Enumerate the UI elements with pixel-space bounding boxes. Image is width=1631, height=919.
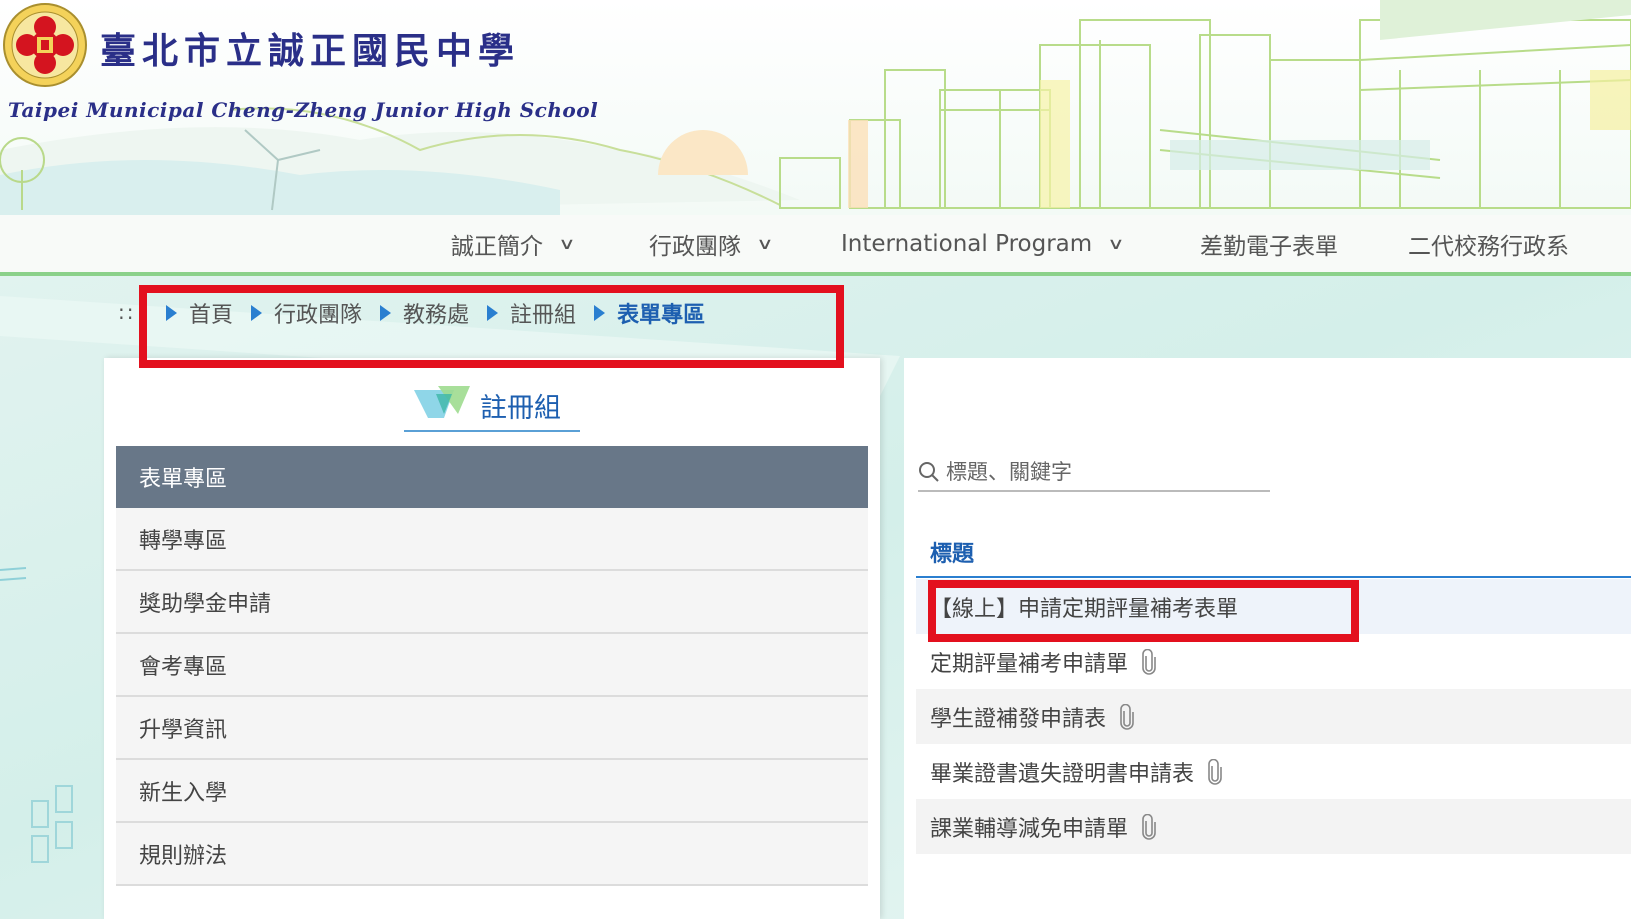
- paperclip-icon: [1208, 758, 1222, 785]
- sidebar-item-regulations[interactable]: 規則辦法: [116, 823, 868, 886]
- search-icon[interactable]: [918, 461, 940, 483]
- chevron-down-icon: ∨: [1107, 234, 1125, 253]
- school-seal-icon[interactable]: [2, 2, 88, 88]
- school-name: 臺北市立誠正國民中學: [100, 30, 521, 72]
- school-name-english: Taipei Municipal Cheng-Zheng Junior High…: [8, 98, 599, 122]
- sidebar-item-admission-info[interactable]: 升學資訊: [116, 697, 868, 760]
- column-header-title[interactable]: 標題: [930, 536, 974, 568]
- row-title-link[interactable]: 學生證補發申請表: [930, 701, 1106, 733]
- chevron-down-icon: ∨: [558, 234, 576, 253]
- table-row[interactable]: 學生證補發申請表: [916, 689, 1631, 744]
- sidebar-heading: 註冊組: [404, 384, 580, 432]
- annotation-highlight-online-form: [928, 580, 1359, 642]
- table-row[interactable]: 定期評量補考申請單: [916, 634, 1631, 689]
- search-box: [918, 454, 1270, 492]
- breadcrumb-separator: ::: [118, 300, 136, 324]
- chevron-down-icon: ∨: [756, 234, 774, 253]
- sidebar-item-exam[interactable]: 會考專區: [116, 634, 868, 697]
- row-title-link[interactable]: 課業輔導減免申請單: [930, 811, 1128, 843]
- sidebar-menu: 表單專區 轉學專區 獎助學金申請 會考專區 升學資訊 新生入學 規則辦法: [116, 446, 868, 886]
- row-title-link[interactable]: 畢業證書遺失證明書申請表: [930, 756, 1194, 788]
- nav-item-label: International Program: [841, 230, 1093, 257]
- table-row[interactable]: 畢業證書遺失證明書申請表: [916, 744, 1631, 799]
- sidebar-title: 註冊組: [480, 393, 561, 424]
- nav-item-label: 誠正簡介: [451, 233, 543, 260]
- paperclip-icon: [1142, 648, 1156, 675]
- paperclip-icon: [1142, 813, 1156, 840]
- paperclip-icon: [1120, 703, 1134, 730]
- nav-item-about[interactable]: 誠正簡介 ∨: [451, 215, 576, 272]
- nav-item-label: 二代校務行政系: [1408, 233, 1569, 260]
- nav-item-school-admin-system[interactable]: 二代校務行政系: [1408, 215, 1569, 272]
- table-row[interactable]: 課業輔導減免申請單: [916, 799, 1631, 854]
- annotation-highlight-breadcrumb: [139, 285, 844, 368]
- sidebar-item-new-students[interactable]: 新生入學: [116, 760, 868, 823]
- table-header: 標題: [916, 530, 1631, 578]
- search-input[interactable]: [946, 460, 1256, 484]
- nav-item-international-program[interactable]: International Program ∨: [841, 215, 1125, 272]
- sidebar-panel: 註冊組 表單專區 轉學專區 獎助學金申請 會考專區 升學資訊 新生入學 規則辦法: [104, 358, 880, 919]
- nav-item-label: 行政團隊: [649, 233, 741, 260]
- main-navigation: 誠正簡介 ∨ 行政團隊 ∨ International Program ∨ 差勤…: [0, 215, 1631, 276]
- sidebar-item-scholarship[interactable]: 獎助學金申請: [116, 571, 868, 634]
- row-title-link[interactable]: 定期評量補考申請單: [930, 646, 1128, 678]
- nav-item-admin-team[interactable]: 行政團隊 ∨: [649, 215, 774, 272]
- sidebar-item-forms[interactable]: 表單專區: [116, 446, 868, 508]
- nav-item-attendance-forms[interactable]: 差勤電子表單: [1200, 215, 1338, 272]
- site-header: 臺北市立誠正國民中學 Taipei Municipal Cheng-Zheng …: [0, 0, 1631, 215]
- sidebar-item-transfer[interactable]: 轉學專區: [116, 508, 868, 571]
- nav-item-label: 差勤電子表單: [1200, 233, 1338, 260]
- section-logo-icon: [414, 386, 470, 418]
